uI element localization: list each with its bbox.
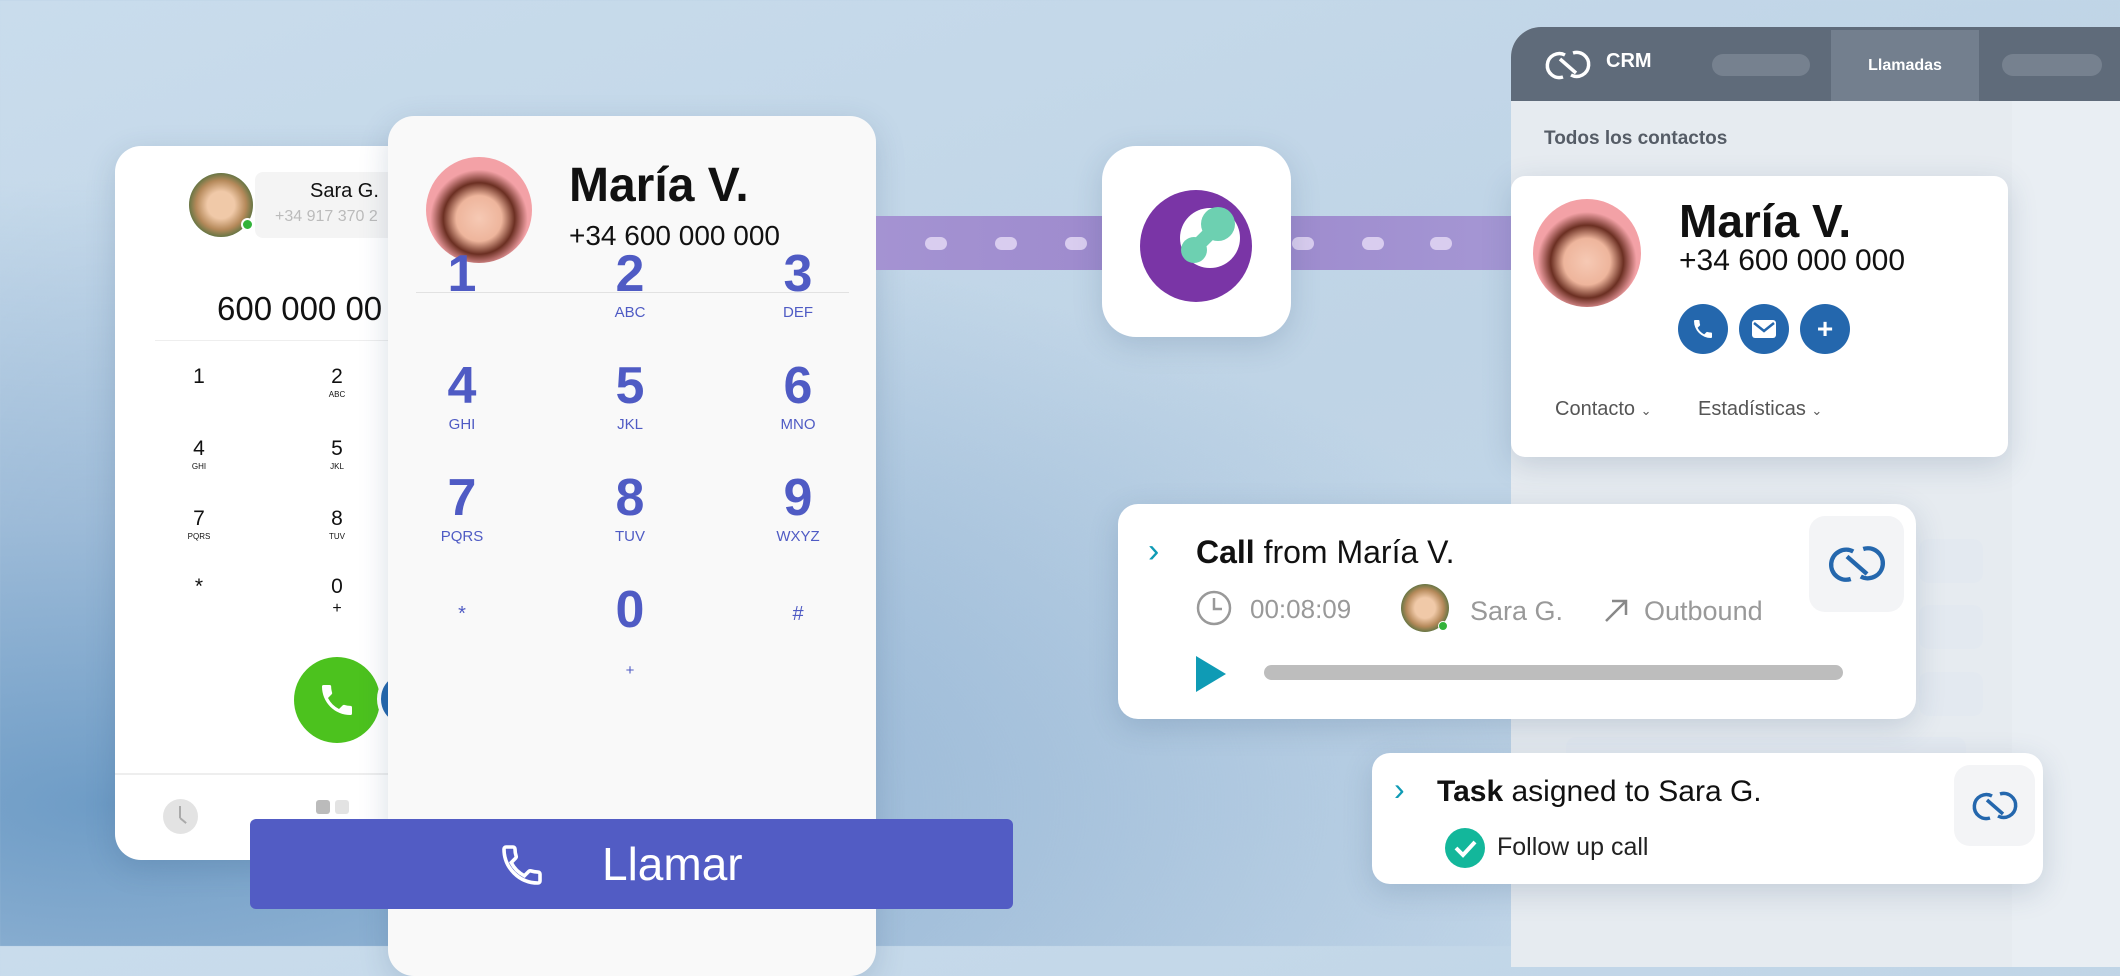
check-circle-icon[interactable] [1445,828,1485,868]
dialer-key-star[interactable]: * [458,604,466,628]
divider [155,340,425,341]
call-title: Call from María V. [1196,534,1455,570]
dialer-key-9[interactable]: 9 WXYZ [776,472,819,545]
back-key-5[interactable]: 5 JKL [330,438,344,471]
back-key-8[interactable]: 8 TUV [329,508,345,541]
app-logo-icon [1140,190,1252,302]
avatar-maria [1533,199,1641,307]
contact-phone: +34 600 000 000 [1679,244,1906,277]
tab-llamadas[interactable]: Llamadas [1831,30,1979,101]
back-key-star[interactable]: * [195,576,203,600]
crm-header: CRM Llamadas [1511,27,2120,101]
task-name: Follow up call [1497,833,1649,861]
call-direction: Outbound [1644,596,1763,626]
crm-tab[interactable] [2002,54,2102,76]
dialer-key-5[interactable]: 5 JKL [616,360,645,433]
back-key-7[interactable]: 7 PQRS [188,508,211,541]
keypad-tab-icon[interactable] [316,800,330,814]
dialer-key-0[interactable]: 0 + [616,584,645,679]
call-button[interactable] [1678,304,1728,354]
phone-icon [502,845,542,885]
chevron-right-icon[interactable]: › [1148,532,1159,571]
plus-icon: + [1816,313,1834,344]
online-status-dot [1438,621,1448,631]
chevron-right-icon[interactable]: › [1394,771,1405,808]
call-duration: 00:08:09 [1250,594,1352,624]
crm-logo-icon [1545,50,1591,80]
agent-name: Sara G. [1470,596,1564,626]
task-title: Task asigned to Sara G. [1437,775,1762,808]
email-button[interactable] [1739,304,1789,354]
contact-name: María V. [569,159,749,212]
list-placeholder [1919,672,1983,716]
keypad-tab-icon-2 [335,800,349,814]
contact-name: Sara G. [310,180,379,202]
chevron-down-icon: ⌄ [1640,403,1652,418]
back-key-0[interactable]: 0 + [331,576,343,618]
dialer-key-2[interactable]: 2 ABC [615,248,646,321]
phone-icon [1694,320,1712,338]
section-title: Todos los contactos [1544,128,1728,149]
dialer-key-8[interactable]: 8 TUV [615,472,645,545]
crm-logo-tile [1954,765,2035,846]
app-logo-tile [1102,146,1291,337]
play-icon[interactable] [1196,656,1226,692]
contact-name: María V. [1679,195,1852,247]
back-key-1[interactable]: 1 [193,366,205,390]
crm-brand: CRM [1606,50,1652,72]
task-card: › Task asigned to Sara G. Follow up call [1372,753,2043,884]
history-clock-icon[interactable] [163,799,198,834]
tab-estadisticas[interactable]: Estadísticas ⌄ [1698,398,1822,421]
dialer-key-3[interactable]: 3 DEF [783,248,813,321]
playback-progress-bar[interactable] [1264,665,1843,680]
mail-icon [1752,320,1776,338]
back-key-4[interactable]: 4 GHI [192,438,206,471]
contact-phone: +34 600 000 000 [569,220,780,251]
list-placeholder [1919,539,1983,583]
list-placeholder [1919,605,1983,649]
dialer-key-4[interactable]: 4 GHI [448,360,477,433]
outbound-arrow-icon [1605,599,1628,622]
crm-contact-card: María V. +34 600 000 000 + Contacto ⌄ Es… [1511,176,2008,457]
tab-contacto[interactable]: Contacto ⌄ [1555,398,1652,421]
chevron-down-icon: ⌄ [1811,403,1823,418]
divider [115,773,415,775]
clock-icon [1196,590,1232,626]
llamar-label: Llamar [602,838,743,890]
online-status-dot [241,218,254,231]
add-button[interactable]: + [1800,304,1850,354]
crm-logo-icon [1972,791,2017,820]
back-phone-card: Sara G. +34 917 370 2 600 000 00 1 2 ABC 4 G… [115,146,437,860]
crm-logo-tile [1809,516,1904,612]
crm-logo-icon [1828,546,1885,582]
crm-tab[interactable] [1712,54,1810,76]
phone-icon [322,685,352,715]
dialer-key-7[interactable]: 7 PQRS [441,472,484,545]
call-log-card: › Call from María V. 00:08:09 Sara G. Ou… [1118,504,1916,719]
contact-phone: +34 917 370 2 [275,208,378,225]
dialer-key-6[interactable]: 6 MNO [781,360,816,433]
call-green-button[interactable] [294,657,380,743]
dialer-key-hash[interactable]: # [792,604,803,628]
avatar-maria [426,157,532,263]
dialed-number[interactable]: 600 000 00 [217,290,382,328]
llamar-button[interactable]: Llamar [250,819,1013,909]
back-key-2[interactable]: 2 ABC [329,366,345,399]
tab-llamadas-label: Llamadas [1868,56,1942,74]
dialer-key-1[interactable]: 1 [448,248,477,304]
